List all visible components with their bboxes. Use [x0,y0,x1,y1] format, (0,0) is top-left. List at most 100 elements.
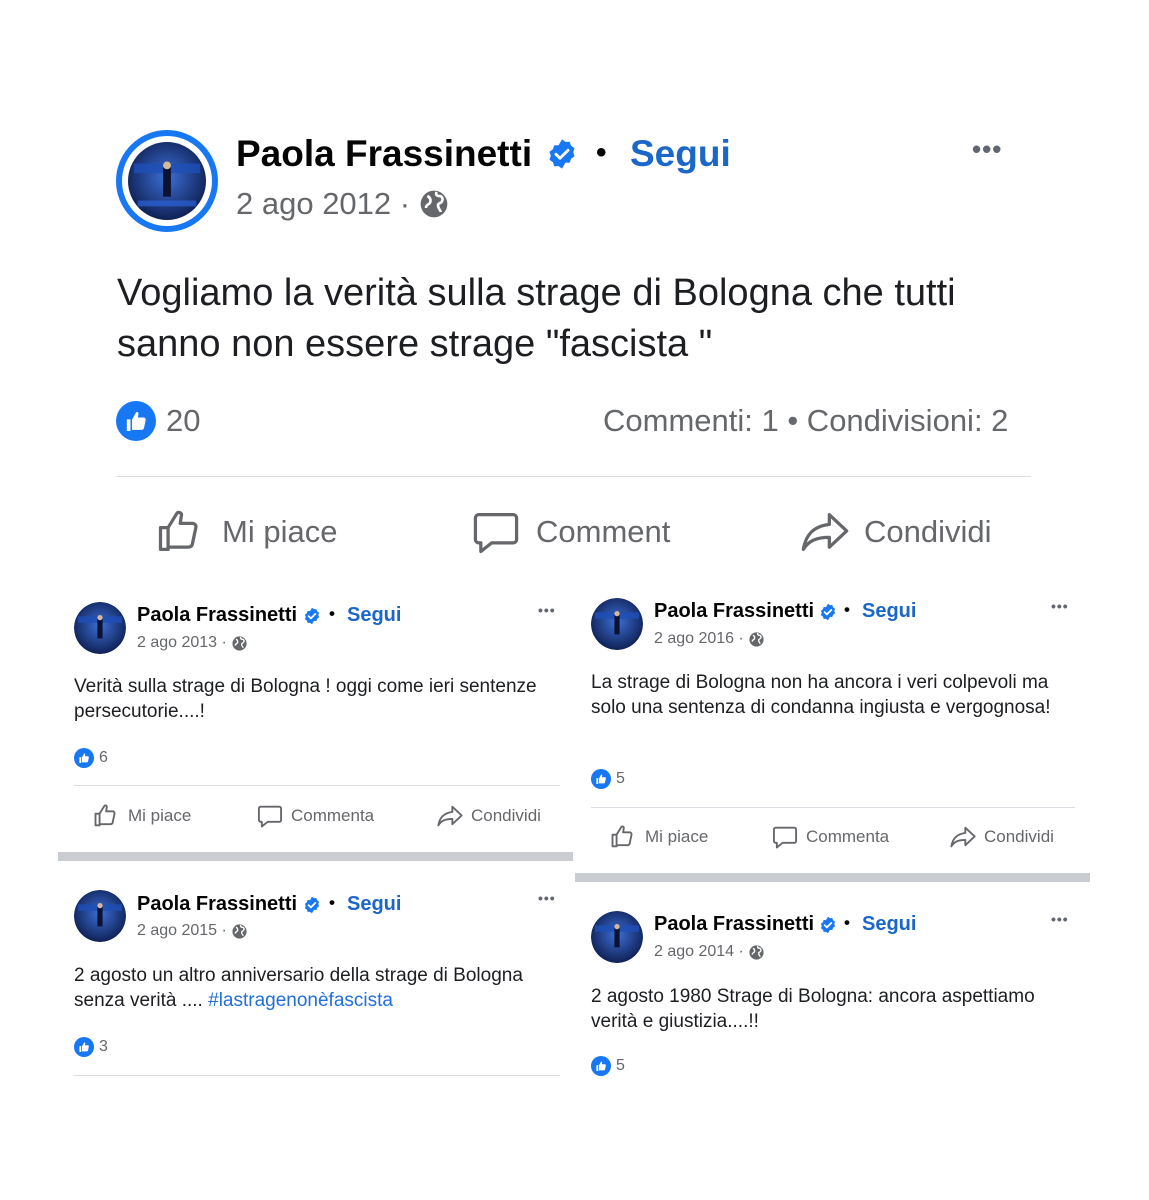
follow-button[interactable]: Segui [862,600,916,623]
thumbs-up-icon [94,804,116,827]
divider [74,1075,560,1076]
like-button[interactable]: Mi piace [92,802,191,830]
avatar-photo [74,602,126,654]
post-date: 2 ago 2015 · [137,922,227,939]
reactions[interactable]: 20 [116,401,200,441]
share-icon [801,513,849,551]
post-meta: 2 ago 2015 · [137,922,248,940]
post-separator [575,873,1090,882]
reactions[interactable]: 5 [591,1056,625,1076]
likes-count: 5 [616,770,625,787]
more-options-icon[interactable]: ••• [538,890,556,906]
likes-count: 6 [99,749,108,766]
globe-icon [232,923,247,939]
separator-dot: • [844,913,850,932]
post-meta: 2 ago 2016 · [654,630,765,648]
like-button[interactable]: Mi piace [609,823,708,851]
comment-icon [772,826,798,849]
globe-icon [749,944,764,960]
verified-badge-icon [549,139,575,169]
share-button[interactable]: Condividi [949,823,1054,851]
avatar[interactable] [116,130,218,232]
avatar[interactable] [591,911,643,963]
author-name[interactable]: Paola Frassinetti [137,604,297,627]
post-date: 2 ago 2016 · [654,630,744,647]
share-label: Condividi [984,827,1054,846]
follow-button[interactable]: Segui [630,133,731,175]
globe-icon [749,631,764,647]
verified-badge-icon [304,607,320,625]
comment-icon [257,805,283,828]
post-meta: 2 ago 2013 · [137,634,248,652]
divider [591,807,1075,808]
author-name[interactable]: Paola Frassinetti [654,913,814,936]
more-options-icon[interactable]: ••• [1051,598,1069,614]
verified-badge-icon [304,896,320,914]
post-text: La strage di Bologna non ha ancora i ver… [591,672,1051,719]
main-post: Paola Frassinetti • Segui ••• 2 ago 2012… [0,0,1149,580]
separator-dot: • [329,604,335,623]
separator-dot: • [329,893,335,912]
verified-badge-icon [820,916,836,934]
comment-label: Commenta [291,806,375,825]
avatar-photo [74,890,126,942]
author-name[interactable]: Paola Frassinetti [236,133,532,175]
comment-button[interactable]: Commenta [771,823,889,851]
post-card: Paola Frassinetti • Segui ••• 2 ago 2015… [58,878,573,1078]
hashtag-link[interactable]: #lastragenonèfascista [208,990,393,1011]
like-reaction-icon [591,1056,611,1076]
reactions[interactable]: 6 [74,748,108,768]
separator-dot: • [844,600,850,619]
likes-count: 3 [99,1038,108,1055]
author-name[interactable]: Paola Frassinetti [137,893,297,916]
follow-button[interactable]: Segui [862,913,916,936]
reactions[interactable]: 5 [591,769,625,789]
more-options-icon[interactable]: ••• [538,602,556,618]
like-reaction-icon [591,769,611,789]
post-text: 2 agosto un altro anniversario della str… [74,963,554,1013]
share-button[interactable]: Condividi [798,506,992,558]
share-label: Condividi [864,514,992,549]
avatar-photo [591,598,643,650]
more-options-icon[interactable]: ••• [972,134,1002,165]
post-date: 2 ago 2012 · [236,186,411,221]
like-label: Mi piace [128,806,192,825]
more-options-icon[interactable]: ••• [1051,911,1069,927]
separator-dot: • [596,136,607,169]
divider [117,476,1031,477]
verified-badge-icon [820,603,836,621]
avatar[interactable] [74,890,126,942]
globe-icon [420,190,448,218]
post-card: Paola Frassinetti • Segui ••• 2 ago 2016… [575,586,1090,876]
post-date: 2 ago 2014 · [654,943,744,960]
globe-icon [232,635,247,651]
post-meta: 2 ago 2012 · [236,186,450,222]
thumbs-up-icon [611,825,633,848]
divider [74,785,560,786]
author-name[interactable]: Paola Frassinetti [654,600,814,623]
avatar[interactable] [591,598,643,650]
share-label: Condividi [471,806,541,825]
like-button[interactable]: Mi piace [154,506,337,558]
avatar-photo [591,911,643,963]
comment-button[interactable]: Commenta [256,802,374,830]
post-meta: 2 ago 2014 · [654,943,765,961]
follow-button[interactable]: Segui [347,604,401,627]
like-reaction-icon [74,748,94,768]
share-icon [437,805,463,827]
follow-button[interactable]: Segui [347,893,401,916]
like-label: Mi piace [222,514,338,549]
post-stats[interactable]: Commenti: 1 • Condivisioni: 2 [603,403,1008,439]
reactions[interactable]: 3 [74,1037,108,1057]
like-reaction-icon [116,401,156,441]
share-button[interactable]: Condividi [436,802,541,830]
avatar-photo [128,142,206,220]
like-label: Mi piace [645,827,709,846]
comment-button[interactable]: Comment [470,506,670,558]
post-separator [58,852,573,861]
post-date: 2 ago 2013 · [137,634,227,651]
post-text: Verità sulla strage di Bologna ! oggi co… [74,676,537,723]
avatar[interactable] [74,602,126,654]
like-reaction-icon [74,1037,94,1057]
likes-count: 20 [166,403,201,438]
